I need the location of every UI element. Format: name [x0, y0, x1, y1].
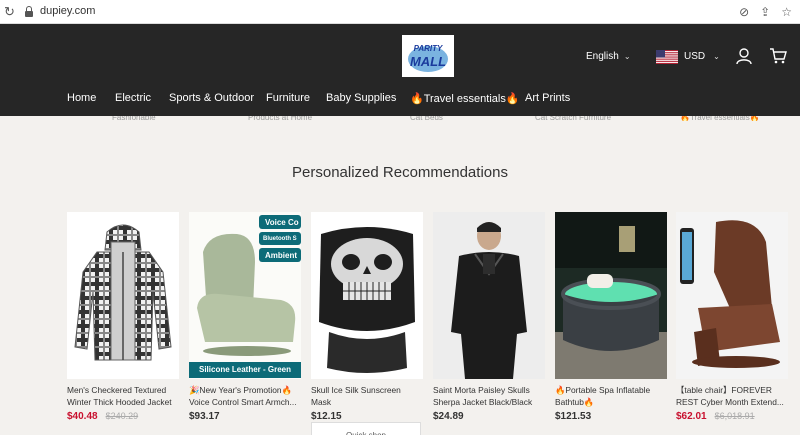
product-card[interactable]: Skull Ice Silk Sunscreen Mask $12.15 — [311, 212, 423, 422]
user-account-icon[interactable] — [735, 47, 753, 65]
nav-home[interactable]: Home — [67, 92, 96, 104]
product-image-sherpa-jacket[interactable] — [433, 212, 545, 379]
svg-text:PARITY: PARITY — [414, 44, 443, 53]
us-flag-icon[interactable] — [656, 50, 678, 64]
product-title[interactable]: 【table chair】FOREVER REST Cyber Month Ex… — [676, 384, 788, 408]
nav-travel-essentials[interactable]: 🔥Travel essentials🔥 — [410, 92, 520, 105]
product-title[interactable]: Saint Morta Paisley Skulls Sherpa Jacket… — [433, 384, 545, 408]
section-title: Personalized Recommendations — [292, 164, 508, 181]
product-card[interactable]: 🔥Portable Spa Inflatable Bathtub🔥 $121.5… — [555, 212, 667, 422]
sale-price: $40.48 — [67, 411, 98, 422]
feature-badge: Voice Co — [265, 218, 299, 227]
eye-off-icon[interactable]: ⊘ — [739, 5, 749, 19]
site-logo[interactable]: PARITY MALL — [402, 35, 454, 77]
original-price: $6,018.91 — [714, 411, 755, 421]
main-nav: Home Electric Sports & Outdoor Furniture… — [0, 92, 800, 108]
chevron-down-icon: ⌄ — [623, 52, 631, 61]
product-image-plaid-jacket[interactable] — [67, 212, 179, 379]
product-price: $93.17 — [189, 411, 220, 422]
variant-banner: Silicone Leather - Green — [198, 365, 292, 374]
product-card[interactable]: Men's Checkered Textured Winter Thick Ho… — [67, 212, 179, 422]
product-image-smart-armchair[interactable]: Voice Co Bluetooth S Ambient Silicone Le… — [189, 212, 301, 379]
currency-selector[interactable]: USD ⌄ — [684, 51, 720, 62]
original-price: $240.29 — [105, 411, 139, 421]
sale-price: $62.01 — [676, 411, 707, 422]
quick-shop-button[interactable]: Quick shop — [311, 422, 421, 435]
price-row: $93.17 — [189, 411, 301, 422]
share-icon[interactable]: ⇪ — [760, 5, 770, 19]
nav-furniture[interactable]: Furniture — [266, 92, 310, 104]
product-image-massage-chair[interactable] — [676, 212, 788, 379]
price-row: $62.01 $6,018.91 — [676, 411, 788, 422]
chevron-down-icon: ⌄ — [713, 52, 720, 61]
browser-actions: ⊘ ⇪ ☆ — [739, 5, 792, 19]
partial-category-label: Cat Beds — [410, 116, 443, 121]
feature-badge: Ambient — [265, 251, 297, 260]
price-row: $12.15 — [311, 411, 423, 422]
url-text[interactable]: dupiey.com — [40, 5, 95, 17]
product-image-inflatable-spa[interactable] — [555, 212, 667, 379]
nav-electric[interactable]: Electric — [115, 92, 151, 104]
product-image-skull-mask[interactable] — [311, 212, 423, 379]
svg-text:MALL: MALL — [410, 54, 446, 69]
nav-sports-outdoor[interactable]: Sports & Outdoor — [169, 92, 254, 104]
cart-icon[interactable] — [769, 47, 787, 65]
partial-category-label: 🔥Travel essentials🔥 — [680, 116, 760, 121]
product-card[interactable]: Voice Co Bluetooth S Ambient Silicone Le… — [189, 212, 301, 422]
language-label: English — [586, 51, 619, 62]
nav-baby-supplies[interactable]: Baby Supplies — [326, 92, 396, 104]
product-price: $24.89 — [433, 411, 464, 422]
partial-category-label: Fashionable — [112, 116, 156, 121]
reload-icon[interactable]: ↻ — [4, 4, 15, 20]
product-title[interactable]: 🎉New Year's Promotion🔥 Voice Control Sma… — [189, 384, 301, 408]
browser-address-bar: ↻ dupiey.com ⊘ ⇪ ☆ — [0, 0, 800, 24]
product-card[interactable]: 【table chair】FOREVER REST Cyber Month Ex… — [676, 212, 788, 422]
feature-badge: Bluetooth S — [263, 236, 297, 242]
product-title[interactable]: Men's Checkered Textured Winter Thick Ho… — [67, 384, 179, 408]
currency-label: USD — [684, 51, 706, 62]
logo-graphic: PARITY MALL — [404, 37, 452, 75]
language-selector[interactable]: English ⌄ — [586, 51, 631, 62]
price-row: $40.48 $240.29 — [67, 411, 179, 422]
nav-art-prints[interactable]: Art Prints — [525, 92, 570, 104]
partial-category-label: Products at Home — [248, 116, 313, 121]
lock-icon[interactable] — [25, 6, 33, 17]
product-title[interactable]: Skull Ice Silk Sunscreen Mask — [311, 384, 423, 408]
product-price: $121.53 — [555, 411, 592, 422]
star-icon[interactable]: ☆ — [781, 5, 792, 19]
site-header: PARITY MALL English ⌄ USD ⌄ Home Electri… — [0, 24, 800, 116]
product-price: $12.15 — [311, 411, 342, 422]
partial-category-label: Cat Scratch Furniture — [535, 116, 612, 121]
product-card[interactable]: Saint Morta Paisley Skulls Sherpa Jacket… — [433, 212, 545, 422]
product-title[interactable]: 🔥Portable Spa Inflatable Bathtub🔥 — [555, 384, 667, 408]
price-row: $24.89 — [433, 411, 545, 422]
price-row: $121.53 — [555, 411, 667, 422]
